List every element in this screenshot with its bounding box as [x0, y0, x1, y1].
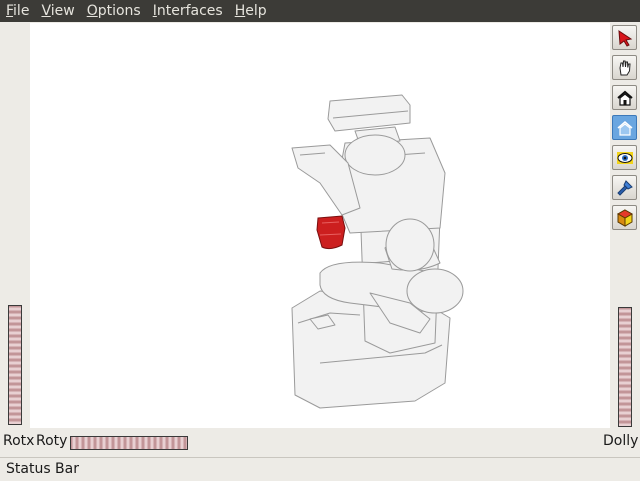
eye-icon: [616, 151, 633, 164]
pick-mode-button[interactable]: [612, 25, 637, 50]
set-home-icon: [617, 120, 632, 136]
status-bar: Status Bar: [0, 457, 640, 481]
menu-help[interactable]: Help: [229, 0, 273, 22]
dolly-wheel[interactable]: [618, 307, 632, 427]
robot-model-render: [291, 94, 464, 409]
seek-button[interactable]: [612, 175, 637, 200]
roty-wheel[interactable]: [70, 436, 188, 450]
menu-bar: File View Options Interfaces Help: [0, 0, 640, 22]
rotx-label: Rotx: [3, 433, 35, 449]
robot-head: [327, 94, 411, 132]
rotx-wheel[interactable]: [8, 305, 22, 425]
menu-view[interactable]: View: [35, 0, 80, 22]
dolly-label: Dolly: [603, 433, 639, 449]
projection-toggle-button[interactable]: [612, 205, 637, 230]
menu-interfaces[interactable]: Interfaces: [147, 0, 229, 22]
set-home-button[interactable]: [612, 115, 637, 140]
home-button[interactable]: [612, 85, 637, 110]
cube-projection-icon: [616, 208, 633, 227]
view-all-button[interactable]: [612, 145, 637, 170]
menu-file[interactable]: File: [0, 0, 35, 22]
red-cup: [316, 215, 346, 250]
seek-flashlight-icon: [616, 179, 633, 196]
hand-icon: [618, 60, 631, 75]
status-text: Status Bar: [6, 461, 80, 477]
menu-options[interactable]: Options: [81, 0, 147, 22]
roty-label: Roty: [36, 433, 68, 449]
view-mode-button[interactable]: [612, 55, 637, 80]
pick-arrow-icon: [617, 29, 632, 47]
3d-viewport[interactable]: [30, 23, 610, 428]
home-icon: [616, 90, 633, 106]
